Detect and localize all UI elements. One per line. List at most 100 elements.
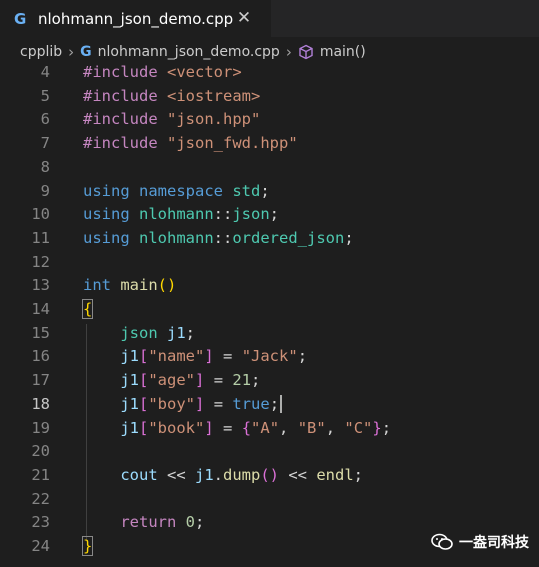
code-token: 21 bbox=[232, 371, 252, 390]
code-token: :: bbox=[213, 228, 233, 247]
code-token: } bbox=[372, 418, 382, 437]
code-token: true bbox=[232, 394, 270, 413]
code-line[interactable]: 17 j1["age"] = 21; bbox=[0, 368, 539, 392]
code-token: j1 bbox=[120, 347, 139, 366]
code-token: << bbox=[279, 465, 317, 484]
code-text: #include <iostream> bbox=[83, 84, 260, 108]
code-token: ; bbox=[297, 347, 308, 366]
close-icon[interactable]: ✕ bbox=[234, 8, 254, 28]
code-token: j1 bbox=[120, 394, 139, 413]
line-number: 15 bbox=[31, 323, 50, 342]
breadcrumb-folder[interactable]: cpplib bbox=[20, 44, 62, 60]
code-token: "C" bbox=[344, 418, 373, 437]
code-token: "json.hpp" bbox=[167, 110, 261, 129]
line-number: 20 bbox=[31, 442, 50, 461]
code-text: using namespace std; bbox=[83, 179, 270, 203]
code-token: "A" bbox=[251, 418, 280, 437]
code-token: = bbox=[213, 418, 242, 437]
code-token: #include bbox=[83, 63, 167, 81]
code-line[interactable]: 20 bbox=[0, 439, 539, 463]
code-line[interactable]: 14 { bbox=[0, 297, 539, 321]
breadcrumb-symbol[interactable]: main() bbox=[320, 44, 366, 60]
code-line[interactable]: 12 bbox=[0, 250, 539, 274]
line-number: 21 bbox=[31, 465, 50, 484]
code-token: int bbox=[83, 276, 121, 295]
code-token: 0 bbox=[185, 513, 195, 532]
watermark: 一盎司科技 bbox=[431, 532, 529, 552]
code-token: ] bbox=[204, 347, 214, 366]
code-token: :: bbox=[213, 205, 233, 224]
code-line[interactable]: 6 #include "json.hpp" bbox=[0, 107, 539, 131]
code-token: <vector> bbox=[167, 63, 242, 81]
code-token: nlohmann bbox=[139, 228, 214, 247]
code-token: "boy" bbox=[148, 394, 196, 413]
code-line[interactable]: 9 using namespace std; bbox=[0, 179, 539, 203]
line-number: 8 bbox=[40, 157, 50, 176]
code-token: ; bbox=[251, 371, 261, 390]
code-token: "name" bbox=[148, 347, 205, 366]
code-token: ; bbox=[185, 323, 196, 342]
code-token: using bbox=[83, 228, 139, 247]
code-token: = bbox=[204, 371, 233, 390]
line-number: 18 bbox=[31, 394, 50, 413]
code-token: #include bbox=[83, 134, 167, 153]
code-token: { bbox=[241, 418, 252, 437]
code-token: using bbox=[83, 205, 139, 224]
code-line[interactable]: 7 #include "json_fwd.hpp" bbox=[0, 131, 539, 155]
code-text: using nlohmann::json; bbox=[83, 202, 279, 226]
code-token: ; bbox=[269, 205, 279, 224]
line-number: 19 bbox=[31, 418, 50, 437]
line-number: 16 bbox=[31, 347, 50, 366]
code-token: cout bbox=[120, 465, 158, 484]
code-line[interactable]: 21 cout << j1.dump() << endl; bbox=[0, 463, 539, 487]
code-line[interactable]: 8 bbox=[0, 155, 539, 179]
line-number: 7 bbox=[40, 134, 50, 153]
code-line[interactable]: 10 using nlohmann::json; bbox=[0, 202, 539, 226]
code-token: ; bbox=[353, 465, 363, 484]
code-token: endl bbox=[316, 465, 354, 484]
code-token: , bbox=[325, 418, 345, 437]
code-token: json bbox=[232, 205, 270, 224]
line-number: 10 bbox=[31, 205, 50, 224]
code-line[interactable]: 16 j1["name"] = "Jack"; bbox=[0, 344, 539, 368]
code-text: using nlohmann::ordered_json; bbox=[83, 226, 354, 250]
cpp-file-icon: G bbox=[80, 44, 92, 60]
code-line[interactable]: 11 using nlohmann::ordered_json; bbox=[0, 226, 539, 250]
code-token: std bbox=[232, 181, 261, 200]
code-line[interactable]: 19 j1["book"] = {"A", "B", "C"}; bbox=[0, 416, 539, 440]
code-line[interactable]: 22 bbox=[0, 487, 539, 511]
code-line[interactable]: 13 int main() bbox=[0, 273, 539, 297]
code-token: "json_fwd.hpp" bbox=[167, 134, 298, 153]
tab-bar: G nlohmann_json_demo.cpp ✕ bbox=[0, 0, 539, 37]
line-number: 17 bbox=[31, 371, 50, 390]
code-line[interactable]: 18 j1["boy"] = true; bbox=[0, 392, 539, 416]
code-line[interactable]: 5 #include <iostream> bbox=[0, 84, 539, 108]
code-token: json bbox=[120, 323, 167, 342]
code-token: [ bbox=[139, 347, 149, 366]
code-editor[interactable]: 4 #include <vector> 5 #include <iostream> 6 #… bbox=[0, 60, 539, 567]
line-number: 24 bbox=[31, 537, 50, 555]
tab-nlohmann-json-demo[interactable]: G nlohmann_json_demo.cpp ✕ bbox=[0, 0, 271, 37]
method-cube-icon bbox=[299, 44, 313, 60]
line-number: 5 bbox=[40, 86, 50, 105]
line-number: 11 bbox=[31, 228, 50, 247]
line-number: 23 bbox=[31, 513, 50, 532]
code-token: ; bbox=[269, 394, 280, 413]
code-line[interactable]: 4 #include <vector> bbox=[0, 60, 539, 84]
code-text: j1["boy"] = true; bbox=[83, 392, 283, 416]
code-token: ; bbox=[344, 228, 354, 247]
code-token: () bbox=[157, 276, 177, 295]
code-text: } bbox=[81, 534, 94, 558]
code-token: = bbox=[213, 347, 242, 366]
line-number: 13 bbox=[31, 276, 50, 295]
code-token: ordered_json bbox=[232, 228, 345, 247]
code-token: , bbox=[279, 418, 298, 437]
chevron-right-icon: › bbox=[68, 43, 75, 61]
code-line[interactable]: 23 return 0; bbox=[0, 510, 539, 534]
code-line[interactable]: 15 json j1; bbox=[0, 321, 539, 345]
breadcrumb-file[interactable]: nlohmann_json_demo.cpp bbox=[98, 44, 280, 60]
